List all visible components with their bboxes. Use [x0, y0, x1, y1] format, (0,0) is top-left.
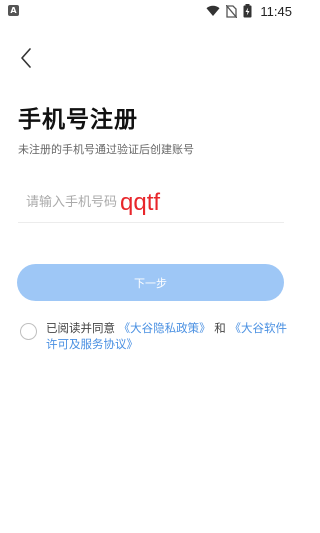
back-button[interactable]: [12, 44, 40, 72]
agreement-connector: 和: [210, 321, 230, 335]
phone-field: qqtf: [18, 183, 284, 223]
battery-charging-icon: [243, 4, 252, 18]
next-step-button[interactable]: 下一步: [17, 264, 284, 301]
wifi-icon: [206, 5, 220, 17]
phone-input[interactable]: [18, 195, 118, 210]
notification-a-icon: A: [8, 5, 19, 16]
overlay-text: qqtf: [120, 188, 161, 216]
agree-checkbox[interactable]: [20, 323, 37, 340]
status-bar: A 11:45: [0, 0, 300, 24]
status-icons: 11:45: [206, 3, 292, 19]
chevron-left-icon: [21, 48, 31, 68]
status-time: 11:45: [260, 3, 292, 19]
agreement-prefix: 已阅读并同意: [46, 321, 119, 335]
page-title: 手机号注册: [18, 107, 138, 133]
no-sim-icon: [226, 4, 238, 18]
agreement-text: 已阅读并同意 《大谷隐私政策》 和 《大谷软件许可及服务协议》: [46, 320, 290, 352]
privacy-policy-link[interactable]: 《大谷隐私政策》: [119, 321, 211, 335]
page-subtitle: 未注册的手机号通过验证后创建账号: [18, 143, 194, 156]
